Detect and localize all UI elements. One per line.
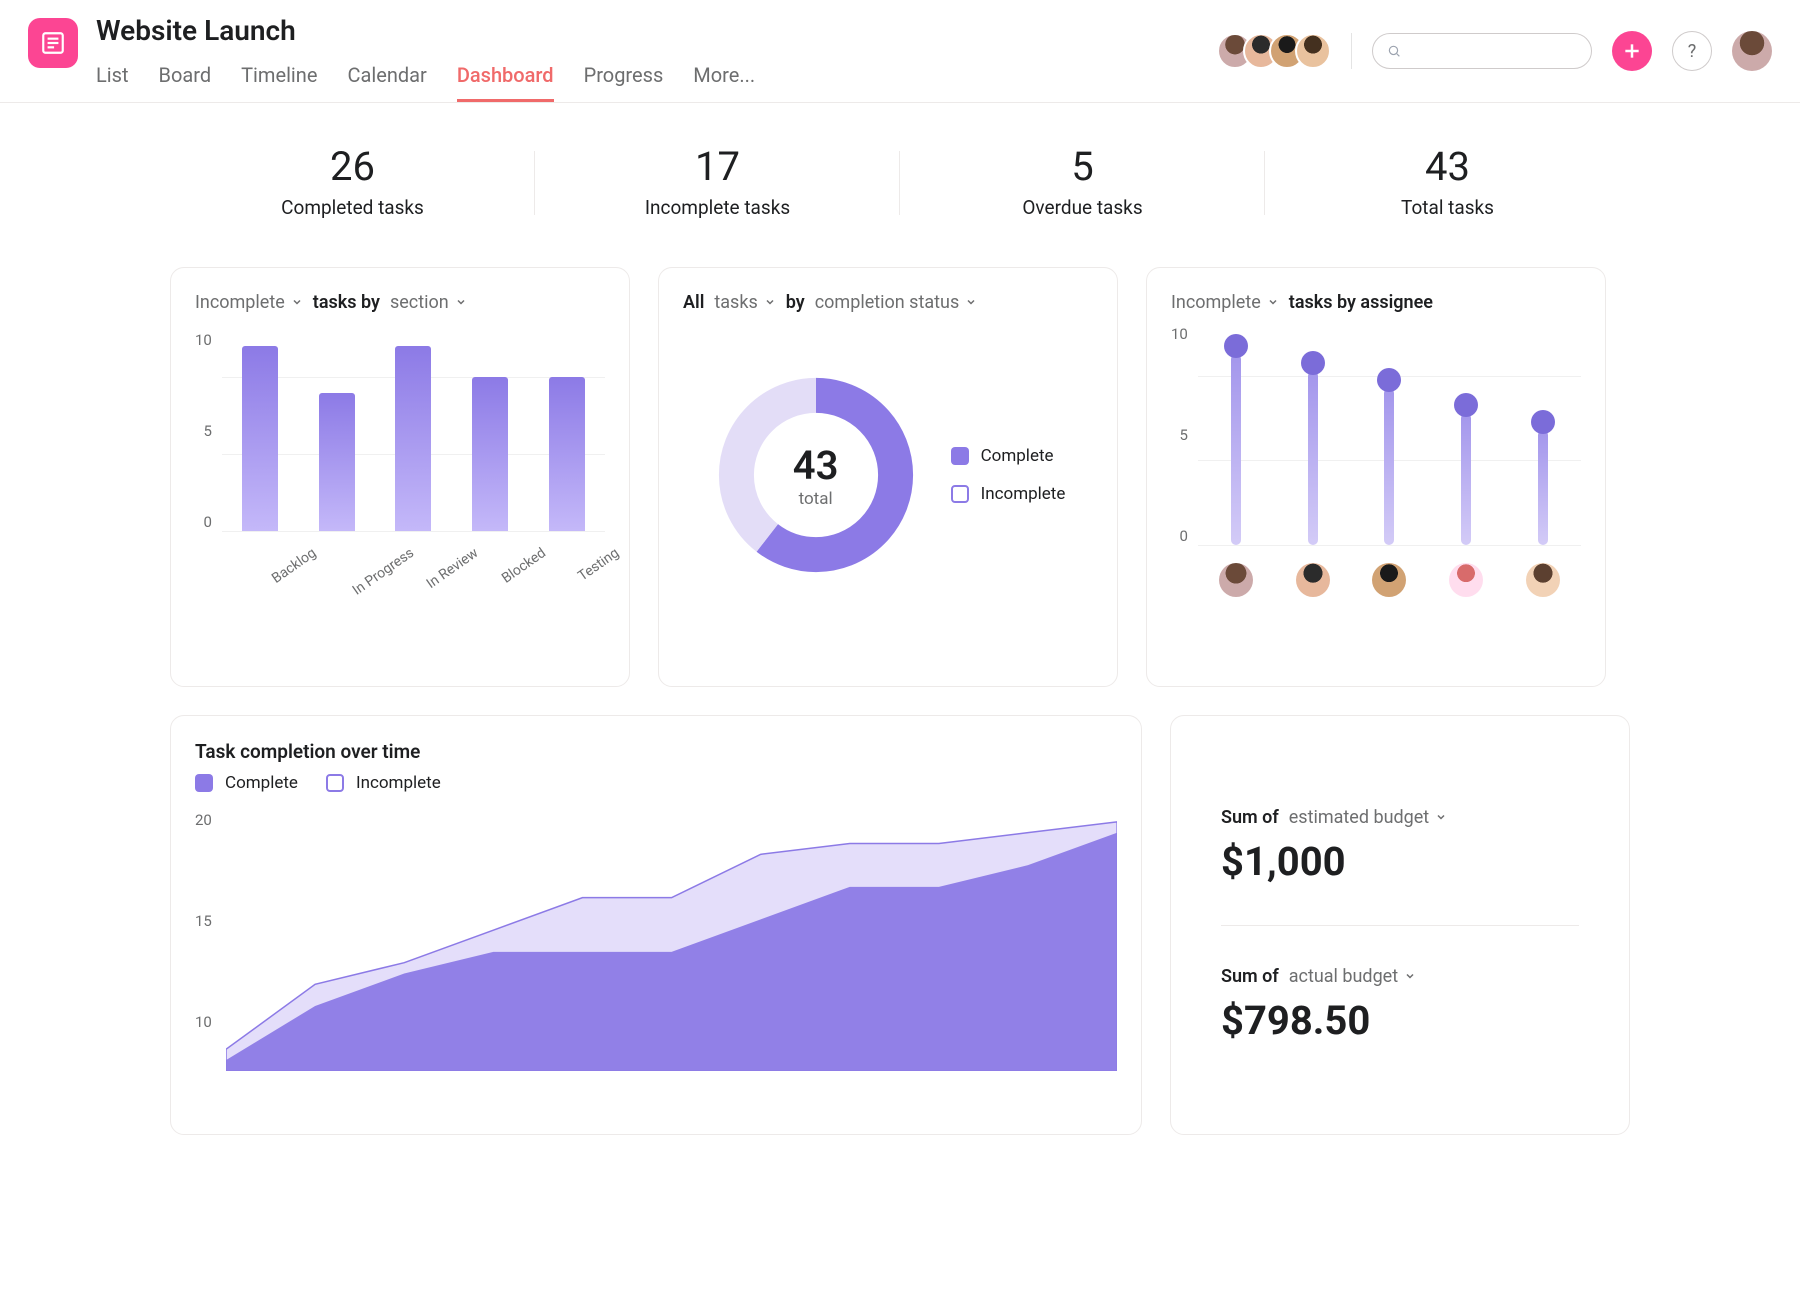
card-tasks-by-assignee: Incomplete tasks by assignee 1050 (1146, 267, 1606, 687)
user-avatar[interactable] (1732, 31, 1772, 71)
donut-total-value: 43 (793, 442, 839, 489)
label-tasks-by-assignee: tasks by assignee (1289, 292, 1433, 313)
lolli-4 (1531, 410, 1555, 545)
app-header: Website Launch List Board Timeline Calendar… (0, 0, 1800, 103)
tab-calendar[interactable]: Calendar (347, 53, 426, 102)
group-dropdown[interactable]: completion status (815, 292, 978, 313)
bar-in-review (395, 346, 431, 531)
card-title: Task completion over time (195, 740, 1117, 763)
label-sum-of: Sum of (1221, 966, 1279, 987)
stat-overdue-tasks: 5Overdue tasks (900, 143, 1265, 219)
project-icon (28, 18, 78, 68)
card-task-completion-over-time: Task completion over time Complete Incom… (170, 715, 1142, 1135)
actual-budget-dropdown[interactable]: actual budget (1289, 966, 1416, 987)
tab-more-[interactable]: More... (693, 53, 755, 102)
stats-row: 26Completed tasks17Incomplete tasks5Over… (170, 143, 1630, 219)
legend-complete: Complete (951, 446, 1066, 466)
help-button[interactable]: ? (1672, 31, 1712, 71)
tab-dashboard[interactable]: Dashboard (457, 53, 554, 102)
stat-total-tasks: 43Total tasks (1265, 143, 1630, 219)
filter-dropdown[interactable]: Incomplete (1171, 292, 1279, 313)
filter-dropdown[interactable]: Incomplete (195, 292, 303, 313)
tabs: List Board Timeline Calendar Dashboard Progre… (96, 53, 755, 102)
member-avatars[interactable] (1227, 33, 1331, 69)
assignee-avatar[interactable] (1372, 563, 1406, 597)
label-by: by (786, 292, 805, 313)
lolli-2 (1377, 368, 1401, 545)
estimated-budget-value: $1,000 (1221, 838, 1579, 885)
create-button[interactable] (1612, 31, 1652, 71)
assignee-avatar[interactable] (1449, 563, 1483, 597)
donut-total-label: total (799, 489, 833, 509)
legend-incomplete: Incomplete (951, 484, 1066, 504)
card-completion-status: All tasks by completion status 43 total … (658, 267, 1118, 687)
assignee-avatar[interactable] (1296, 563, 1330, 597)
tab-progress[interactable]: Progress (584, 53, 664, 102)
divider (1351, 33, 1352, 69)
lolli-0 (1224, 334, 1248, 545)
search-icon (1387, 43, 1401, 59)
estimated-budget-dropdown[interactable]: estimated budget (1289, 807, 1447, 828)
bar-backlog (242, 346, 278, 531)
tab-board[interactable]: Board (159, 53, 212, 102)
label-sum-of: Sum of (1221, 807, 1279, 828)
actual-budget-value: $798.50 (1221, 997, 1579, 1044)
card-incomplete-by-section: Incomplete tasks by section 1050 Backlog… (170, 267, 630, 687)
page-title: Website Launch (96, 14, 755, 47)
stat-incomplete-tasks: 17Incomplete tasks (535, 143, 900, 219)
group-dropdown[interactable]: section (390, 292, 467, 313)
label-tasks-by: tasks by (313, 292, 380, 313)
bar-blocked (472, 377, 508, 531)
bar-testing (549, 377, 585, 531)
card-budget: Sum of estimated budget $1,000 Sum of ac… (1170, 715, 1630, 1135)
lolli-1 (1301, 351, 1325, 545)
filter-all: All (683, 292, 704, 313)
assignee-avatar[interactable] (1219, 563, 1253, 597)
donut-chart: 43 total (711, 370, 921, 580)
plus-icon (1622, 41, 1642, 61)
lolli-3 (1454, 393, 1478, 545)
bar-in-progress (319, 393, 355, 531)
divider (1221, 925, 1579, 926)
legend-complete: Complete (195, 773, 298, 793)
tab-list[interactable]: List (96, 53, 129, 102)
tasks-dropdown[interactable]: tasks (714, 292, 775, 313)
legend-incomplete: Incomplete (326, 773, 441, 793)
search-input[interactable] (1372, 33, 1592, 69)
stat-completed-tasks: 26Completed tasks (170, 143, 535, 219)
assignee-avatar[interactable] (1526, 563, 1560, 597)
tab-timeline[interactable]: Timeline (241, 53, 317, 102)
